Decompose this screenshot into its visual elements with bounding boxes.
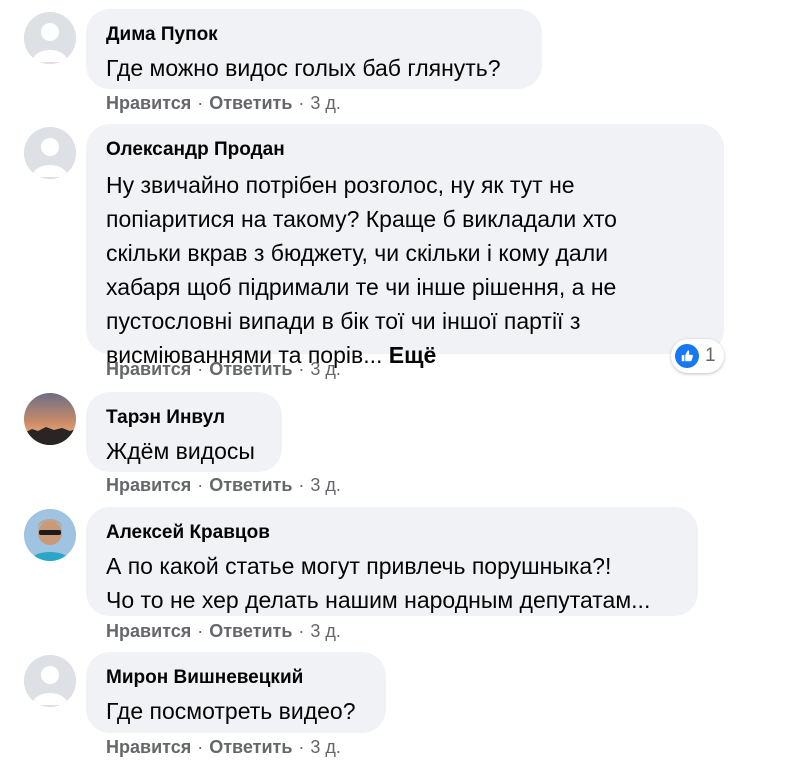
comment-line: пустословні випади в бік тої чи іншої па…	[106, 308, 581, 334]
like-link[interactable]: Нравится	[106, 737, 191, 757]
reaction-count: 1	[705, 345, 716, 366]
like-link[interactable]: Нравится	[106, 475, 191, 495]
reply-link[interactable]: Ответить	[209, 475, 292, 495]
sunset-photo-icon	[24, 393, 76, 445]
comment-text: Ждём видосы	[106, 438, 255, 464]
like-link[interactable]: Нравится	[106, 93, 191, 113]
reaction-badge[interactable]: 1	[671, 339, 724, 373]
separator: ·	[298, 621, 305, 641]
timestamp[interactable]: 3 д.	[310, 93, 341, 113]
comment-line: Ну звичайно потрібен розголос, ну як тут…	[106, 172, 575, 198]
separator: ·	[298, 359, 305, 379]
separator: ·	[197, 359, 204, 379]
comment-author[interactable]: Тарэн Инвул	[106, 406, 262, 430]
avatar[interactable]	[24, 12, 76, 64]
like-link[interactable]: Нравится	[106, 359, 191, 379]
thumbs-up-icon	[675, 344, 699, 368]
comment-author[interactable]: Мирон Вишневецкий	[106, 666, 366, 690]
comment-actions: Нравится · Ответить · 3 д.	[106, 619, 341, 643]
comment-actions: Нравится · Ответить · 3 д.	[106, 357, 341, 381]
comment-line: хабаря щоб підримали те чи інше рішення,…	[106, 274, 617, 300]
comment-author[interactable]: Олександр Продан	[106, 138, 704, 162]
reply-link[interactable]: Ответить	[209, 359, 292, 379]
avatar[interactable]	[24, 127, 76, 179]
comment-bubble: Тарэн Инвул Ждём видосы	[86, 392, 282, 472]
default-avatar-icon	[24, 127, 76, 179]
comment-line: попіаритися на такому? Краще б викладали…	[106, 206, 617, 232]
comment-line: Чо то не хер делать нашим народным депут…	[106, 587, 651, 613]
comment-bubble: Олександр Продан Ну звичайно потрібен ро…	[86, 124, 724, 368]
default-avatar-icon	[24, 655, 76, 707]
timestamp[interactable]: 3 д.	[310, 359, 341, 379]
comment-actions: Нравится · Ответить · 3 д.	[106, 735, 341, 759]
comment-author[interactable]: Дима Пупок	[106, 23, 522, 47]
like-link[interactable]: Нравится	[106, 621, 191, 641]
comment-text: А по какой статье могут привлечь порушны…	[106, 549, 678, 617]
separator: ·	[197, 621, 204, 641]
avatar[interactable]	[24, 393, 76, 445]
separator: ·	[197, 737, 204, 757]
separator: ·	[298, 475, 305, 495]
default-avatar-icon	[24, 12, 76, 64]
comment-bubble: Мирон Вишневецкий Где посмотреть видео?	[86, 652, 386, 733]
comment-text: Где можно видос голых баб глянуть?	[106, 55, 501, 81]
comment-actions: Нравится · Ответить · 3 д.	[106, 91, 341, 115]
timestamp[interactable]: 3 д.	[310, 475, 341, 495]
timestamp[interactable]: 3 д.	[310, 737, 341, 757]
comment-line: А по какой статье могут привлечь порушны…	[106, 553, 612, 579]
person-sunglasses-icon	[24, 509, 76, 561]
comment-text: Ну звичайно потрібен розголос, ну як тут…	[106, 168, 704, 372]
avatar[interactable]	[24, 655, 76, 707]
separator: ·	[298, 737, 305, 757]
reply-link[interactable]: Ответить	[209, 621, 292, 641]
timestamp[interactable]: 3 д.	[310, 621, 341, 641]
comment-bubble: Дима Пупок Где можно видос голых баб гля…	[86, 9, 542, 89]
separator: ·	[197, 475, 204, 495]
comment-author[interactable]: Алексей Кравцов	[106, 521, 678, 545]
comment-bubble: Алексей Кравцов А по какой статье могут …	[86, 507, 698, 616]
comment-line: скільки вкрав з бюджету, чи скільки і ко…	[106, 240, 608, 266]
reply-link[interactable]: Ответить	[209, 737, 292, 757]
comment-text: Где посмотреть видео?	[106, 698, 356, 724]
comment-actions: Нравится · Ответить · 3 д.	[106, 473, 341, 497]
avatar[interactable]	[24, 509, 76, 561]
separator: ·	[197, 93, 204, 113]
see-more-link[interactable]: Ещё	[389, 342, 437, 368]
reply-link[interactable]: Ответить	[209, 93, 292, 113]
separator: ·	[298, 93, 305, 113]
